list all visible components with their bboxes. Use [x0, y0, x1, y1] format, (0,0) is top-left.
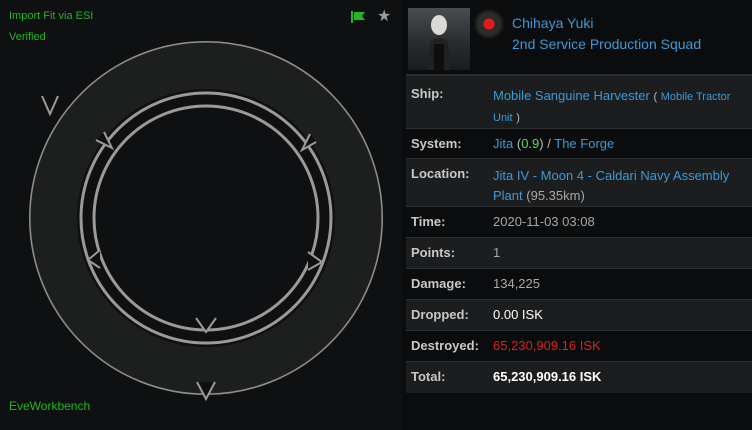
region-link[interactable]: The Forge [554, 136, 614, 151]
ship-close-paren: ) [516, 112, 520, 124]
location-distance: (95.35km) [526, 188, 585, 203]
dropped-label: Dropped: [406, 299, 488, 331]
total-label: Total: [406, 361, 488, 393]
dropped-row: Dropped: 0.00 ISK [406, 299, 752, 331]
system-label: System: [406, 128, 488, 159]
destroyed-value: 65,230,909.16 ISK [488, 330, 752, 362]
fitting-panel: Import Fit via ESI Verified EveWorkbench… [0, 0, 402, 430]
portrait-image [428, 15, 450, 70]
system-value: Jita (0.9) / The Forge [488, 128, 752, 159]
verified-status: Verified [9, 31, 46, 43]
system-row: System: Jita (0.9) / The Forge [406, 128, 752, 159]
killmail-info-table: Ship: Mobile Sanguine Harvester ( Mobile… [406, 75, 752, 393]
time-value: 2020-11-03 03:08 [488, 206, 752, 238]
ship-name-link[interactable]: Mobile Sanguine Harvester [493, 88, 650, 103]
damage-label: Damage: [406, 268, 488, 300]
ship-row: Ship: Mobile Sanguine Harvester ( Mobile… [406, 75, 752, 129]
victim-header: Chihaya Yuki 2nd Service Production Squa… [406, 6, 752, 75]
star-icon[interactable]: ★ [377, 6, 391, 26]
corporation-logo[interactable] [474, 9, 504, 39]
security-close: ) [539, 136, 544, 151]
fitting-ring [29, 41, 383, 402]
location-row: Location: Jita IV - Moon 4 - Caldari Nav… [406, 158, 752, 207]
ship-label: Ship: [406, 75, 488, 129]
total-row: Total: 65,230,909.16 ISK [406, 361, 752, 393]
destroyed-row: Destroyed: 65,230,909.16 ISK [406, 330, 752, 362]
points-row: Points: 1 [406, 237, 752, 269]
dropped-value: 0.00 ISK [488, 299, 752, 331]
killmail-details: Chihaya Yuki 2nd Service Production Squa… [406, 6, 752, 393]
import-fit-link[interactable]: Import Fit via ESI [9, 10, 93, 22]
time-row: Time: 2020-11-03 03:08 [406, 206, 752, 238]
location-value: Jita IV - Moon 4 - Caldari Navy Assembly… [488, 158, 752, 207]
points-value: 1 [488, 237, 752, 269]
points-label: Points: [406, 237, 488, 269]
destroyed-label: Destroyed: [406, 330, 488, 362]
victim-portrait[interactable] [408, 8, 470, 70]
victim-corporation-link[interactable]: 2nd Service Production Squad [512, 36, 701, 52]
eveworkbench-link[interactable]: EveWorkbench [9, 399, 90, 413]
damage-row: Damage: 134,225 [406, 268, 752, 300]
total-value: 65,230,909.16 ISK [488, 361, 752, 393]
flag-icon[interactable] [350, 10, 366, 24]
damage-value: 134,225 [488, 268, 752, 300]
time-label: Time: [406, 206, 488, 238]
ship-value: Mobile Sanguine Harvester ( Mobile Tract… [488, 75, 752, 129]
system-name-link[interactable]: Jita [493, 136, 513, 151]
victim-name-link[interactable]: Chihaya Yuki [512, 15, 593, 31]
location-label: Location: [406, 158, 488, 207]
ship-open-paren: ( [653, 91, 658, 103]
security-status: 0.9 [521, 136, 540, 151]
region-separator: / [547, 136, 551, 151]
